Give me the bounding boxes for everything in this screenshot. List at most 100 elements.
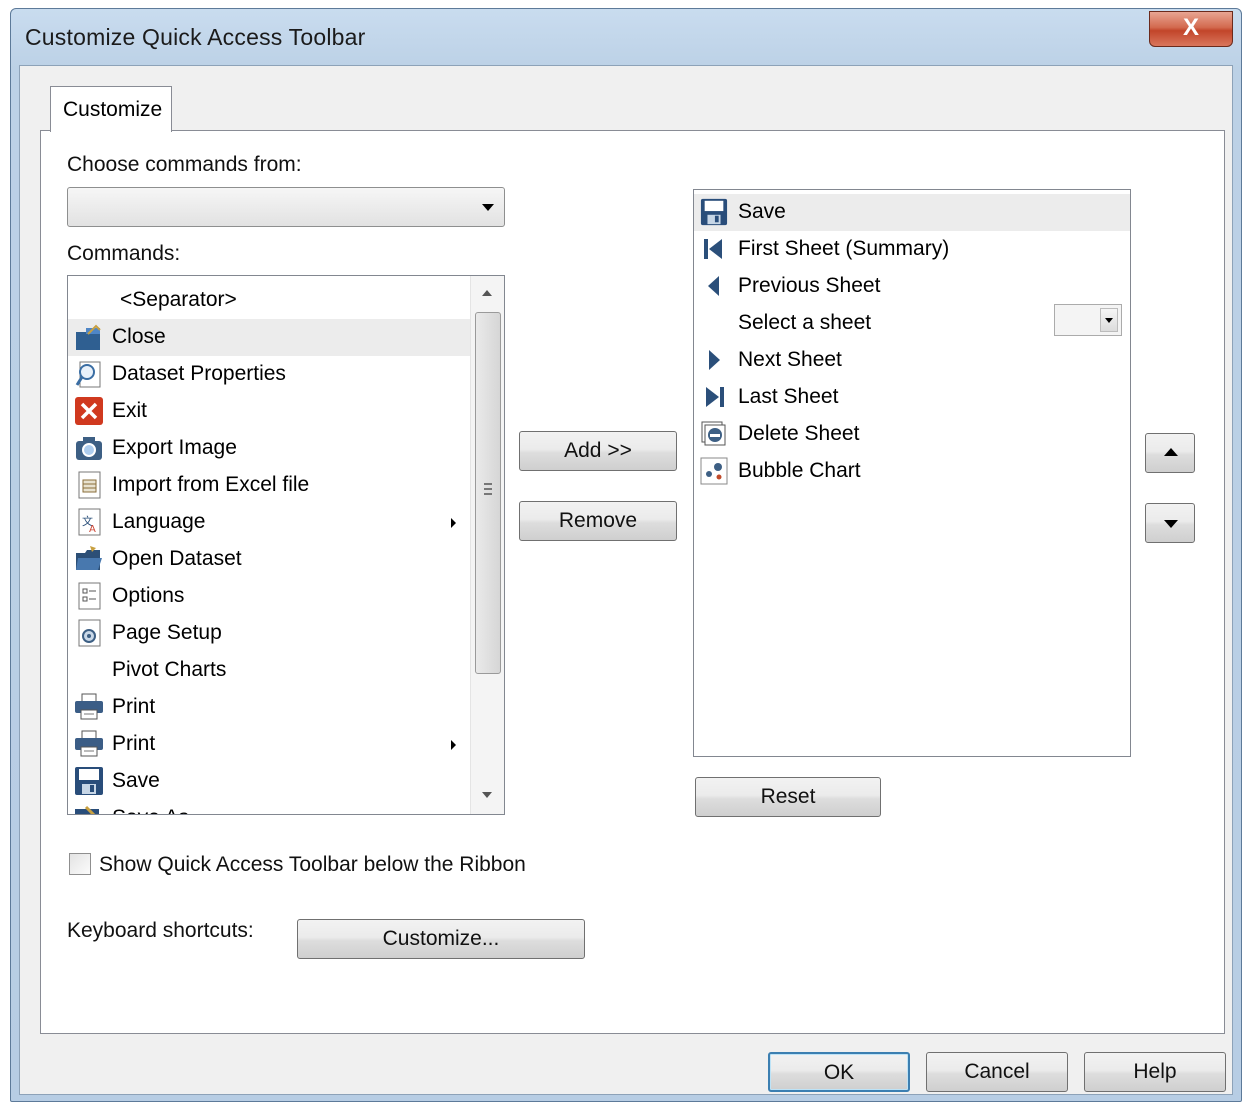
- list-item[interactable]: Pivot Charts: [68, 652, 470, 689]
- reset-button[interactable]: Reset: [695, 777, 881, 817]
- list-item[interactable]: Open Dataset: [68, 541, 470, 578]
- list-item[interactable]: Close: [68, 319, 470, 356]
- qat-list-item[interactable]: Bubble Chart: [694, 453, 1130, 490]
- scroll-thumb[interactable]: [475, 312, 501, 674]
- dialog-title: Customize Quick Access Toolbar: [25, 24, 366, 50]
- close-dataset-icon: [74, 322, 104, 352]
- quick-access-toolbar-list[interactable]: Save First Sheet (Summary) Previous Sheet S…: [693, 189, 1131, 757]
- ok-button[interactable]: OK: [768, 1052, 910, 1092]
- list-item-label: Open Dataset: [112, 547, 242, 570]
- submenu-arrow-icon: [451, 518, 456, 528]
- language-icon: 文A: [74, 507, 104, 537]
- list-item[interactable]: Page Setup: [68, 615, 470, 652]
- qat-list-item-label: Select a sheet: [738, 311, 872, 334]
- next-sheet-icon: [700, 346, 728, 374]
- qat-list-item[interactable]: Delete Sheet: [694, 416, 1130, 453]
- list-item-label: Exit: [112, 399, 148, 422]
- select-sheet-dropdown[interactable]: [1054, 304, 1122, 336]
- tab-customize[interactable]: Customize: [50, 86, 172, 132]
- show-below-ribbon-checkbox[interactable]: [69, 853, 91, 875]
- grip-icon: [484, 483, 492, 495]
- list-item[interactable]: Import from Excel file: [68, 467, 470, 504]
- save-as-icon: [74, 803, 104, 814]
- list-item-label: Import from Excel file: [112, 473, 310, 496]
- scroll-up-arrow-icon[interactable]: [482, 290, 492, 296]
- list-item-label: Save: [112, 769, 160, 792]
- list-item-label: Close: [112, 325, 166, 348]
- printer-icon: [74, 729, 104, 759]
- first-sheet-icon: [700, 235, 728, 263]
- qat-list-item-label: First Sheet (Summary): [738, 237, 950, 260]
- arrow-up-icon: [1164, 448, 1178, 456]
- chevron-down-icon: [482, 204, 494, 211]
- list-item-label: Language: [112, 510, 206, 533]
- list-item-label: Options: [112, 584, 185, 607]
- save-icon: [700, 198, 728, 226]
- qat-list-item-label: Save: [738, 200, 786, 223]
- qat-list-item-label: Previous Sheet: [738, 274, 881, 297]
- close-button[interactable]: X: [1149, 11, 1233, 47]
- remove-button[interactable]: Remove: [519, 501, 677, 541]
- delete-sheet-icon: [700, 420, 728, 448]
- list-item-label: Save As: [112, 806, 189, 814]
- help-button[interactable]: Help: [1084, 1052, 1226, 1092]
- qat-list-item[interactable]: Last Sheet: [694, 379, 1130, 416]
- list-item-label: Print: [112, 695, 156, 718]
- qat-list-item-label: Next Sheet: [738, 348, 842, 371]
- qat-list-item-label: Delete Sheet: [738, 422, 860, 445]
- list-item[interactable]: Save As: [68, 800, 470, 814]
- choose-commands-dropdown[interactable]: [67, 187, 505, 227]
- arrow-down-icon: [1164, 520, 1178, 528]
- list-item[interactable]: Print: [68, 689, 470, 726]
- move-up-button[interactable]: [1145, 433, 1195, 473]
- exit-icon: [74, 396, 104, 426]
- list-item[interactable]: 文 A Language: [68, 504, 470, 541]
- dataset-properties-icon: [74, 359, 104, 389]
- add-button[interactable]: Add >>: [519, 431, 677, 471]
- list-item[interactable]: <Separator>: [68, 282, 470, 319]
- show-below-ribbon-label: Show Quick Access Toolbar below the Ribb…: [99, 853, 526, 876]
- scroll-down-arrow-icon[interactable]: [482, 792, 492, 798]
- import-excel-icon: [74, 470, 104, 500]
- dialog-window: Customize Quick Access Toolbar X Customi…: [10, 8, 1242, 1102]
- customize-shortcuts-button[interactable]: Customize...: [297, 919, 585, 959]
- move-down-button[interactable]: [1145, 503, 1195, 543]
- last-sheet-icon: [700, 383, 728, 411]
- svg-text:A: A: [89, 524, 96, 535]
- list-item[interactable]: Exit: [68, 393, 470, 430]
- qat-list-item[interactable]: Previous Sheet: [694, 268, 1130, 305]
- list-item[interactable]: Export Image: [68, 430, 470, 467]
- list-item-label: <Separator>: [120, 288, 237, 311]
- cancel-button[interactable]: Cancel: [926, 1052, 1068, 1092]
- options-icon: [74, 581, 104, 611]
- list-item-label: Pivot Charts: [112, 658, 227, 681]
- page-setup-icon: [74, 618, 104, 648]
- qat-list-item-label: Bubble Chart: [738, 459, 861, 482]
- list-item-label: Dataset Properties: [112, 362, 286, 385]
- commands-list[interactable]: <Separator> Close Dataset Properties Exit Ex…: [67, 275, 505, 815]
- qat-list-item[interactable]: Save: [694, 194, 1130, 231]
- printer-icon: [74, 692, 104, 722]
- commands-scrollbar[interactable]: [470, 276, 504, 814]
- list-item-label: Export Image: [112, 436, 237, 459]
- qat-list-item-label: Last Sheet: [738, 385, 839, 408]
- previous-sheet-icon: [700, 272, 728, 300]
- list-item[interactable]: Options: [68, 578, 470, 615]
- list-item[interactable]: Save: [68, 763, 470, 800]
- keyboard-shortcuts-label: Keyboard shortcuts:: [67, 919, 254, 942]
- list-item-label: Page Setup: [112, 621, 222, 644]
- qat-list-item[interactable]: Next Sheet: [694, 342, 1130, 379]
- camera-icon: [74, 433, 104, 463]
- chevron-down-icon: [1100, 308, 1118, 332]
- choose-commands-label: Choose commands from:: [67, 153, 302, 176]
- title-bar[interactable]: Customize Quick Access Toolbar X: [11, 9, 1241, 67]
- dialog-client-area: Customize Choose commands from: Commands…: [19, 65, 1233, 1095]
- tab-customize-label: Customize: [63, 98, 163, 121]
- bubble-chart-icon: [700, 457, 728, 485]
- list-item[interactable]: Dataset Properties: [68, 356, 470, 393]
- customize-tab-panel: Choose commands from: Commands: <Separat…: [40, 130, 1225, 1034]
- qat-list-item[interactable]: First Sheet (Summary): [694, 231, 1130, 268]
- open-folder-icon: [74, 544, 104, 574]
- list-item[interactable]: Print: [68, 726, 470, 763]
- save-icon: [74, 766, 104, 796]
